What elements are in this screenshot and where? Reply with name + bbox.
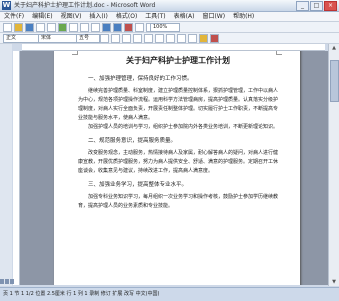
section-heading: 三、加强业务学习，提高整体专业水平。 bbox=[88, 182, 188, 188]
font-size-select[interactable]: 五号 bbox=[76, 34, 100, 43]
bullets-icon[interactable] bbox=[188, 34, 197, 43]
new-icon[interactable] bbox=[3, 23, 12, 32]
left-margin-bar bbox=[0, 44, 12, 286]
body-paragraph: 加强护理人员的培训与学习，组织护士参加院内外各类业务培训，不断更新理论知识。 bbox=[88, 124, 279, 130]
spelling-icon[interactable] bbox=[58, 23, 67, 32]
table-icon[interactable] bbox=[135, 23, 144, 32]
justify-icon[interactable] bbox=[166, 34, 175, 43]
vertical-ruler[interactable] bbox=[13, 51, 20, 285]
font-select[interactable]: 宋体 bbox=[38, 34, 78, 43]
window-controls: _ □ × bbox=[296, 1, 337, 11]
hyperlink-icon[interactable] bbox=[124, 23, 133, 32]
menu-view[interactable]: 视图(V) bbox=[57, 12, 86, 21]
menu-bar: 文件(F) 编辑(E) 视图(V) 插入(I) 格式(O) 工具(T) 表格(A… bbox=[0, 12, 339, 22]
menu-file[interactable]: 文件(F) bbox=[0, 12, 28, 21]
undo-icon[interactable] bbox=[102, 23, 111, 32]
scroll-down-icon[interactable]: ▼ bbox=[330, 278, 338, 286]
menu-insert[interactable]: 插入(I) bbox=[85, 12, 111, 21]
redo-icon[interactable] bbox=[113, 23, 122, 32]
document-page[interactable]: 关于妇产科护士护理工作计划 一、加强护理管理，保持良好的工作习惯。 继续完善护理… bbox=[54, 51, 300, 285]
section-heading: 二、规范服务意识，提高服务质量。 bbox=[88, 138, 177, 144]
document-content[interactable]: 关于妇产科护士护理工作计划 一、加强护理管理，保持良好的工作习惯。 继续完善护理… bbox=[78, 51, 278, 211]
copy-icon[interactable] bbox=[80, 23, 89, 32]
vertical-scrollbar[interactable]: ▲ ▼ bbox=[328, 44, 339, 286]
italic-icon[interactable] bbox=[111, 34, 120, 43]
zoom-select[interactable]: 100% bbox=[150, 23, 180, 32]
menu-tools[interactable]: 工具(T) bbox=[141, 12, 169, 21]
body-paragraph: 改变服务观念，主动服务，热情接待病人及家属，耐心解答病人的疑问，对病人进行健康宣… bbox=[78, 150, 279, 174]
menu-table[interactable]: 表格(A) bbox=[170, 12, 199, 21]
save-icon[interactable] bbox=[25, 23, 34, 32]
print-icon[interactable] bbox=[36, 23, 45, 32]
word-app-icon: W bbox=[2, 1, 11, 10]
body-paragraph: 继续完善护理质量、科室制度，建立护理质量控制体系，狠抓护理管理，工作中以病人为中… bbox=[78, 88, 279, 121]
cut-icon[interactable] bbox=[69, 23, 78, 32]
body-paragraph: 加强专科业务知识学习，每月组织一次业务学习和操作考核，鼓励护士参加学历继续教育，… bbox=[78, 194, 279, 209]
horizontal-ruler[interactable] bbox=[22, 44, 325, 51]
print-preview-icon[interactable] bbox=[47, 23, 56, 32]
word-window: W 关于妇产科护士护理工作计划.doc - Microsoft Word _ □… bbox=[0, 0, 339, 301]
title-bar: W 关于妇产科护士护理工作计划.doc - Microsoft Word _ □… bbox=[0, 0, 339, 12]
close-button[interactable]: × bbox=[324, 1, 337, 11]
document-area[interactable]: 关于妇产科护士护理工作计划 一、加强护理管理，保持良好的工作习惯。 继续完善护理… bbox=[20, 51, 328, 285]
paste-icon[interactable] bbox=[91, 23, 100, 32]
align-right-icon[interactable] bbox=[155, 34, 164, 43]
bold-icon[interactable] bbox=[100, 34, 109, 43]
open-icon[interactable] bbox=[14, 23, 23, 32]
normal-view-icon[interactable] bbox=[0, 279, 4, 284]
align-center-icon[interactable] bbox=[144, 34, 153, 43]
style-select[interactable]: 正文 bbox=[3, 34, 39, 43]
menu-window[interactable]: 窗口(W) bbox=[198, 12, 229, 21]
numbering-icon[interactable] bbox=[177, 34, 186, 43]
section-heading: 一、加强护理管理，保持良好的工作习惯。 bbox=[88, 76, 193, 82]
web-view-icon[interactable] bbox=[5, 279, 9, 284]
minimize-button[interactable]: _ bbox=[296, 1, 309, 11]
scroll-thumb[interactable] bbox=[330, 60, 339, 102]
menu-format[interactable]: 格式(O) bbox=[112, 12, 141, 21]
align-left-icon[interactable] bbox=[133, 34, 142, 43]
status-text: 页 1 节 1 1/2 位置 2.5厘米 行 1 列 1 录制 修订 扩展 改写… bbox=[3, 291, 160, 297]
scroll-up-icon[interactable]: ▲ bbox=[330, 44, 338, 52]
print-view-icon[interactable] bbox=[10, 279, 14, 284]
menu-help[interactable]: 帮助(H) bbox=[229, 12, 258, 21]
view-buttons bbox=[0, 279, 15, 284]
menu-edit[interactable]: 编辑(E) bbox=[28, 12, 56, 21]
status-bar: 页 1 节 1 1/2 位置 2.5厘米 行 1 列 1 录制 修订 扩展 改写… bbox=[0, 287, 339, 301]
standard-toolbar: 100% bbox=[0, 22, 339, 33]
maximize-button[interactable]: □ bbox=[310, 1, 323, 11]
underline-icon[interactable] bbox=[122, 34, 131, 43]
window-title: 关于妇产科护士护理工作计划.doc - Microsoft Word bbox=[14, 2, 156, 9]
document-title: 关于妇产科护士护理工作计划 bbox=[126, 55, 230, 65]
formatting-toolbar: 正文 宋体 五号 bbox=[0, 33, 339, 44]
font-color-icon[interactable] bbox=[210, 34, 219, 43]
highlight-icon[interactable] bbox=[199, 34, 208, 43]
